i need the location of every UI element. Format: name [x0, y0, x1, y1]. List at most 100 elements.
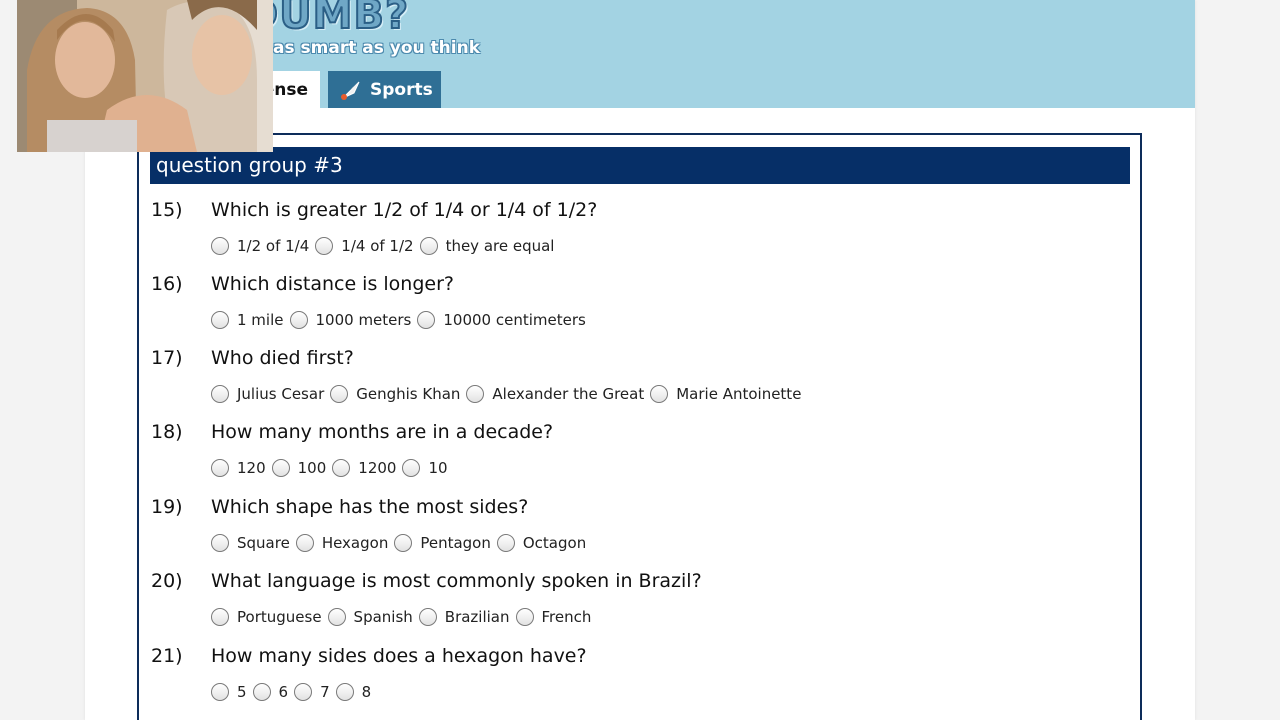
radio-button[interactable] [394, 534, 413, 552]
radio-button[interactable] [419, 237, 438, 255]
radio-button[interactable] [211, 459, 229, 477]
question-text: What language is most commonly spoken in… [211, 570, 702, 592]
radio-button[interactable] [496, 534, 515, 552]
answer-option[interactable]: Hexagon [295, 534, 388, 552]
answer-option[interactable]: Julius Cesar [211, 385, 324, 403]
radio-button[interactable] [211, 534, 229, 552]
option-label: 120 [237, 459, 266, 477]
badminton-shuttlecock-icon [340, 79, 362, 101]
radio-button[interactable] [332, 459, 351, 477]
answer-option[interactable]: Pentagon [394, 534, 491, 552]
answer-options: 5 6 7 8 [211, 683, 377, 701]
option-label: they are equal [445, 237, 555, 255]
question-number: 15) [151, 199, 183, 221]
option-label: 1 mile [237, 311, 284, 329]
option-label: 100 [297, 459, 327, 477]
radio-button[interactable] [466, 385, 485, 403]
radio-button[interactable] [294, 683, 313, 701]
option-label: 6 [278, 683, 289, 701]
answer-option[interactable]: 7 [294, 683, 330, 701]
radio-button[interactable] [327, 608, 346, 626]
option-label: 1200 [358, 459, 397, 477]
answer-option[interactable]: Alexander the Great [466, 385, 644, 403]
radio-button[interactable] [211, 237, 229, 255]
radio-button[interactable] [295, 534, 314, 552]
answer-option[interactable]: 1/4 of 1/2 [315, 237, 414, 255]
question-text: How many months are in a decade? [211, 421, 554, 443]
tab-label: Sports [370, 79, 433, 100]
site-tagline: as smart as you think [273, 38, 480, 58]
option-label: 1/4 of 1/2 [341, 237, 414, 255]
radio-button[interactable] [271, 459, 290, 477]
option-label: 8 [361, 683, 372, 701]
answer-options: Square Hexagon Pentagon Octagon [211, 534, 592, 552]
option-label: Brazilian [444, 608, 510, 626]
answer-option[interactable]: Spanish [327, 608, 413, 626]
radio-button[interactable] [335, 683, 354, 701]
radio-button[interactable] [417, 311, 436, 329]
radio-button[interactable] [315, 237, 334, 255]
answer-options: 120 100 1200 10 [211, 459, 454, 477]
option-label: 10000 centimeters [443, 311, 586, 329]
answer-option[interactable]: they are equal [419, 237, 555, 255]
answer-option[interactable]: 5 [211, 683, 247, 701]
webcam-overlay [17, 0, 273, 152]
option-label: 7 [320, 683, 330, 701]
answer-option[interactable]: 8 [335, 683, 372, 701]
answer-option[interactable]: 10000 centimeters [417, 311, 586, 329]
answer-option[interactable]: Marie Antoinette [650, 385, 801, 403]
radio-button[interactable] [650, 385, 669, 403]
question-text: Which is greater 1/2 of 1/4 or 1/4 of 1/… [211, 199, 598, 221]
radio-button[interactable] [402, 459, 421, 477]
question-number: 19) [151, 496, 183, 518]
radio-button[interactable] [330, 385, 349, 403]
answer-option[interactable]: 6 [252, 683, 289, 701]
radio-button[interactable] [289, 311, 308, 329]
answer-options: Julius Cesar Genghis Khan Alexander the … [211, 385, 807, 403]
option-label: 1000 meters [315, 311, 412, 329]
answer-option[interactable]: French [515, 608, 592, 626]
option-label: 1/2 of 1/4 [237, 237, 310, 255]
radio-button[interactable] [252, 683, 271, 701]
answer-option[interactable]: Square [211, 534, 290, 552]
question-group-title: question group #3 [150, 147, 1130, 184]
answer-option[interactable]: Genghis Khan [330, 385, 460, 403]
answer-options: Portuguese Spanish Brazilian French [211, 608, 597, 626]
answer-option[interactable]: Portuguese [211, 608, 322, 626]
answer-option[interactable]: 1200 [332, 459, 396, 477]
answer-option[interactable]: 1/2 of 1/4 [211, 237, 309, 255]
answer-option[interactable]: 1 mile [211, 311, 284, 329]
option-label: 10 [428, 459, 448, 477]
answer-option[interactable]: Octagon [496, 534, 587, 552]
option-label: Octagon [522, 534, 587, 552]
question-number: 21) [151, 645, 183, 667]
radio-button[interactable] [418, 608, 437, 626]
answer-option[interactable]: 100 [271, 459, 327, 477]
question-text: Who died first? [211, 347, 354, 369]
option-label: 5 [237, 683, 247, 701]
option-label: Julius Cesar [237, 385, 325, 403]
question-text: Which shape has the most sides? [211, 496, 529, 518]
option-label: Marie Antoinette [676, 385, 802, 403]
option-label: Pentagon [420, 534, 491, 552]
answer-option[interactable]: 1000 meters [289, 311, 412, 329]
question-number: 17) [151, 347, 183, 369]
webcam-video-frame [17, 0, 273, 152]
radio-button[interactable] [211, 385, 229, 403]
radio-button[interactable] [515, 608, 534, 626]
option-label: Square [237, 534, 290, 552]
tab-sports[interactable]: Sports [328, 71, 441, 108]
option-label: French [541, 608, 592, 626]
answer-option[interactable]: 120 [211, 459, 266, 477]
answer-option[interactable]: 10 [402, 459, 448, 477]
answer-option[interactable]: Brazilian [418, 608, 510, 626]
option-label: Genghis Khan [356, 385, 461, 403]
radio-button[interactable] [211, 311, 229, 329]
answer-options: 1 mile 1000 meters 10000 centimeters [211, 311, 592, 329]
question-number: 16) [151, 273, 183, 295]
option-label: Spanish [353, 608, 413, 626]
radio-button[interactable] [211, 683, 229, 701]
radio-button[interactable] [211, 608, 229, 626]
question-number: 20) [151, 570, 183, 592]
question-text: Which distance is longer? [211, 273, 454, 295]
